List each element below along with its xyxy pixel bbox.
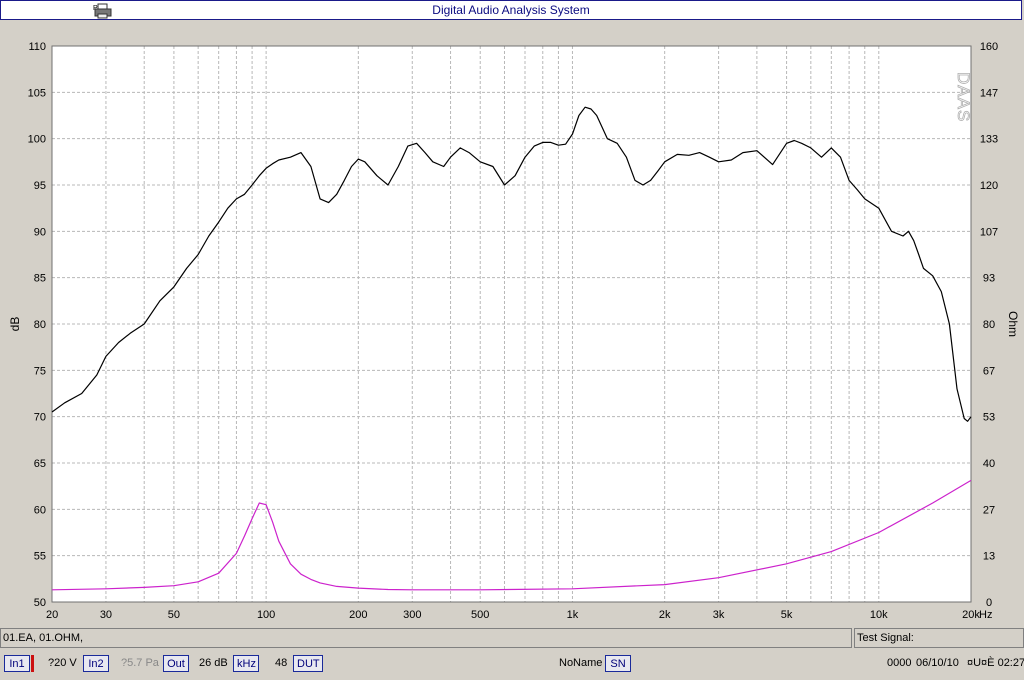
y-tick-label: 80	[34, 319, 46, 331]
gain-readout: 26 dB	[199, 657, 228, 669]
input-1-button[interactable]: In1	[4, 655, 30, 672]
y-tick-label: 60	[34, 504, 46, 516]
sample-rate-readout: 48	[275, 657, 288, 669]
x-tick-label: 3k	[713, 609, 725, 621]
y2-tick-label: 160	[980, 41, 998, 53]
x-tick-label: 5k	[781, 609, 793, 621]
y2-tick-label: 0	[986, 597, 992, 609]
input-2-button[interactable]: In2	[83, 655, 109, 672]
dut-button[interactable]: DUT	[293, 655, 323, 672]
khz-button[interactable]: kHz	[233, 655, 259, 672]
y-tick-label: 70	[34, 412, 46, 424]
y2-tick-label: 13	[983, 551, 995, 563]
x-tick-label: 1k	[567, 609, 579, 621]
y-tick-label: 85	[34, 273, 46, 285]
y2-tick-label: 93	[983, 273, 995, 285]
test-signal-bar: Test Signal:	[854, 628, 1024, 648]
x-tick-label: 20	[46, 609, 58, 621]
y-tick-label: 90	[34, 226, 46, 238]
x-unit-label: Hz	[979, 609, 992, 621]
x-tick-label: 20k	[962, 609, 980, 621]
daas-watermark: DAAS	[954, 72, 973, 122]
input-indicator	[31, 655, 34, 672]
y2-tick-label: 27	[983, 504, 995, 516]
y-tick-label: 75	[34, 365, 46, 377]
y-tick-label: 110	[28, 41, 46, 53]
y2-axis-title: Ohm	[1006, 311, 1020, 337]
y-tick-label: 100	[28, 134, 46, 146]
y2-tick-label: 67	[983, 365, 995, 377]
y-tick-label: 50	[34, 597, 46, 609]
x-tick-label: 200	[349, 609, 367, 621]
date-readout: 06/10/10	[916, 657, 959, 669]
window-title: Digital Audio Analysis System	[432, 3, 590, 17]
x-tick-label: 100	[257, 609, 275, 621]
x-tick-label: 10k	[870, 609, 888, 621]
output-button[interactable]: Out	[163, 655, 189, 672]
status-bar: In1 ?20 V In2 ?5.7 Pa Out 26 dB kHz 48 D…	[0, 652, 1024, 676]
y2-tick-label: 80	[983, 319, 995, 331]
frequency-response-chart: 110 105 100 95 90 85 80 75 70 65 60 55 50 160 147 133 12…	[8, 41, 1020, 621]
y-tick-label: 55	[34, 551, 46, 563]
x-tick-label: 2k	[659, 609, 671, 621]
title-bar: P Digital Audio Analysis System	[0, 0, 1022, 20]
x-tick-label: 300	[403, 609, 421, 621]
y-tick-label: 95	[34, 180, 46, 192]
x-tick-label: 30	[100, 609, 112, 621]
y2-tick-label: 53	[983, 412, 995, 424]
x-tick-label: 500	[471, 609, 489, 621]
y2-tick-label: 147	[980, 87, 998, 99]
dut-name: NoName	[559, 657, 603, 669]
pressure-readout: ?5.7 Pa	[121, 657, 159, 669]
serial-number-button[interactable]: SN	[605, 655, 631, 672]
y2-tick-label: 133	[980, 134, 998, 146]
x-tick-label: 50	[168, 609, 180, 621]
voltage-readout: ?20 V	[48, 657, 77, 669]
counter-readout: 0000	[887, 657, 912, 669]
y-tick-label: 65	[34, 458, 46, 470]
y2-tick-label: 107	[980, 226, 998, 238]
plot-area: 110 105 100 95 90 85 80 75 70 65 60 55 50 160 147 133 12…	[0, 22, 1024, 626]
time-readout: ¤U¤È 02:27:	[967, 657, 1024, 669]
file-list-bar: 01.EA, 01.OHM,	[0, 628, 852, 648]
y2-tick-label: 40	[983, 458, 995, 470]
y-tick-label: 105	[28, 87, 46, 99]
y2-tick-label: 120	[980, 180, 998, 192]
y-axis-title: dB	[8, 317, 22, 332]
